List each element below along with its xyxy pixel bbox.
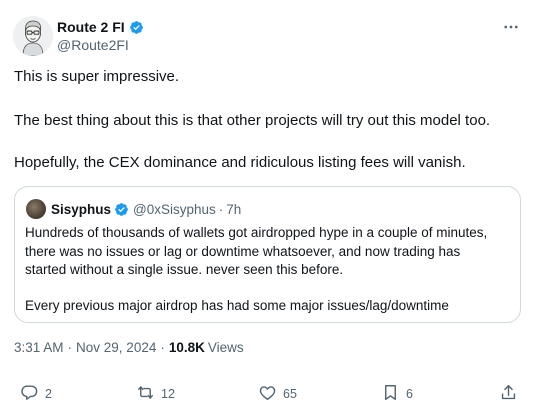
quoted-tweet-header: Sisyphus @0xSisyphus · 7h xyxy=(51,200,241,218)
tweet-time[interactable]: 3:31 AM xyxy=(14,340,64,355)
action-bar: 2 12 65 6 xyxy=(0,382,535,406)
like-button[interactable]: 65 xyxy=(258,382,297,406)
more-dots-icon[interactable] xyxy=(501,17,521,37)
quoted-text-line: Hundreds of thousands of wallets got air… xyxy=(25,225,488,240)
reply-icon xyxy=(20,383,39,405)
tweet-paragraph: Hopefully, the CEX dominance and ridicul… xyxy=(14,154,466,171)
share-button[interactable] xyxy=(499,382,518,406)
bookmark-icon xyxy=(381,383,400,405)
verified-badge-icon xyxy=(129,20,144,35)
quoted-tweet-text: Hundreds of thousands of wallets got air… xyxy=(25,224,513,280)
quoted-author-handle: @0xSisyphus xyxy=(133,201,216,217)
tweet-paragraph: The best thing about this is that other … xyxy=(14,112,491,129)
quoted-text-line: started without a single issue. never se… xyxy=(25,262,344,277)
retweet-count: 12 xyxy=(161,387,175,401)
quoted-author-name: Sisyphus xyxy=(51,201,112,217)
verified-badge-icon xyxy=(114,202,129,217)
heart-icon xyxy=(258,383,277,405)
author-handle[interactable]: @Route2FI xyxy=(57,37,129,53)
tweet-paragraph: This is super impressive. xyxy=(14,68,180,85)
author-display-name[interactable]: Route 2 FI xyxy=(57,19,125,35)
reply-button[interactable]: 2 xyxy=(20,382,52,406)
author-name-row[interactable]: Route 2 FI xyxy=(57,18,144,36)
share-icon xyxy=(499,383,518,405)
separator-dot: · xyxy=(218,201,224,217)
quoted-author-avatar xyxy=(26,199,46,219)
bookmark-button[interactable]: 6 xyxy=(381,382,413,406)
quoted-tweet-card[interactable]: Sisyphus @0xSisyphus · 7h Hundreds of th… xyxy=(14,186,521,323)
views-label: Views xyxy=(207,340,244,355)
quoted-tweet-time: 7h xyxy=(226,201,242,217)
reply-count: 2 xyxy=(45,387,52,401)
tweet: Route 2 FI @Route2FI This is super impre… xyxy=(0,0,535,407)
bookmark-count: 6 xyxy=(406,387,413,401)
separator-dot: · xyxy=(160,340,165,355)
like-count: 65 xyxy=(283,387,297,401)
quoted-text-line: there was no issues or lag or downtime w… xyxy=(25,243,461,259)
retweet-button[interactable]: 12 xyxy=(136,382,175,406)
views-count: 10.8K xyxy=(168,340,205,355)
tweet-meta: 3:31 AM · Nov 29, 2024 · 10.8K Views xyxy=(14,340,244,355)
separator-dot: · xyxy=(67,340,73,355)
author-avatar[interactable] xyxy=(13,16,53,56)
retweet-icon xyxy=(136,383,155,405)
quoted-text-line: Every previous major airdrop has had som… xyxy=(25,298,449,313)
tweet-date[interactable]: Nov 29, 2024 xyxy=(76,340,156,355)
